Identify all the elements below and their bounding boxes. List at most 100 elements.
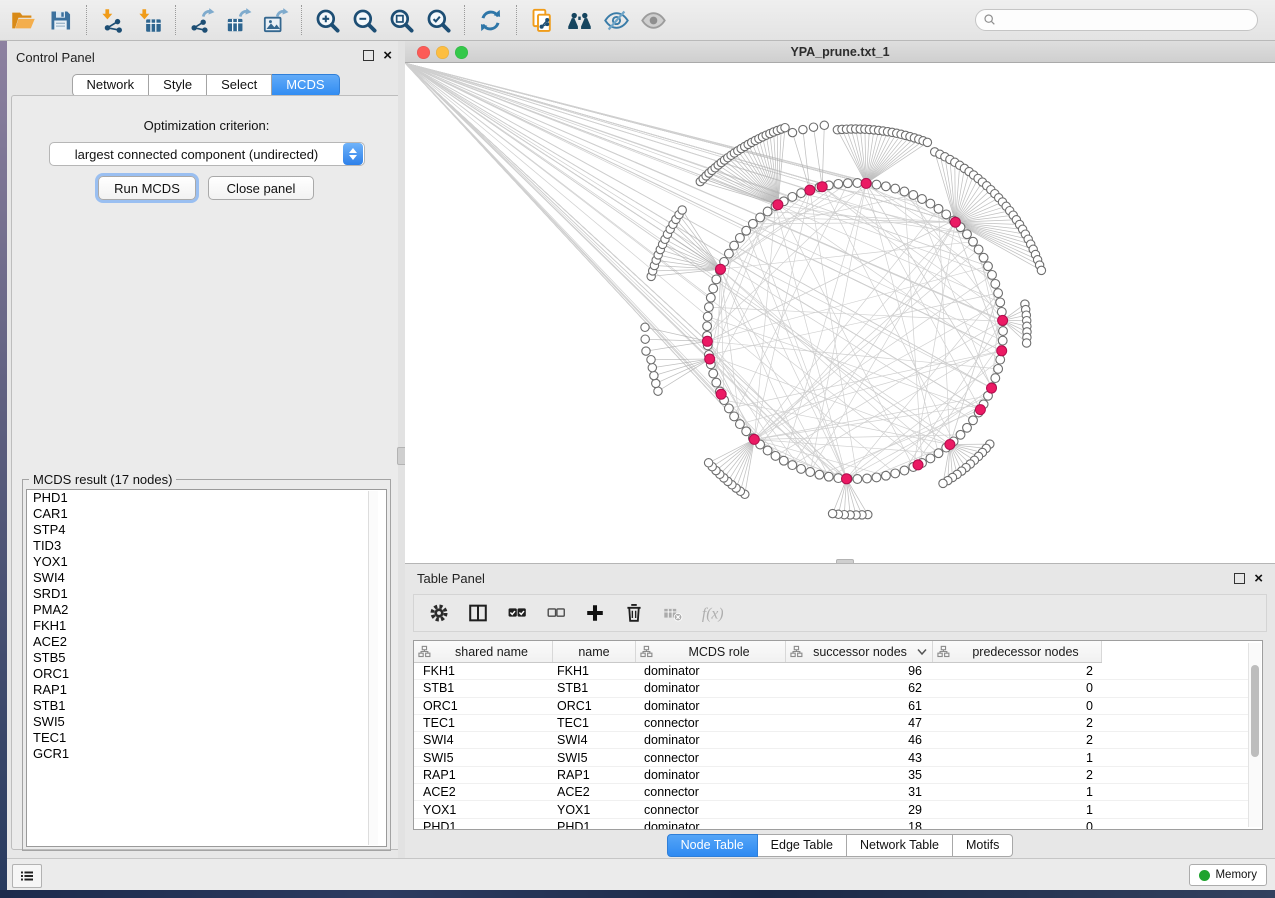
table-row[interactable]: FKH1FKH1dominator962 <box>414 663 1248 680</box>
tab-network-table[interactable]: Network Table <box>847 834 953 857</box>
mcds-result-item[interactable]: SRD1 <box>27 586 386 602</box>
close-table-panel-icon[interactable]: × <box>1254 574 1263 583</box>
mcds-result-item[interactable]: STB5 <box>27 650 386 666</box>
close-panel-button[interactable]: Close panel <box>208 176 314 200</box>
cell: FKH1 <box>414 664 553 678</box>
mcds-result-list[interactable]: PHD1CAR1STP4TID3YOX1SWI4SRD1PMA2FKH1ACE2… <box>26 489 387 847</box>
save-session-button[interactable] <box>45 5 75 35</box>
toggle-columns-button[interactable] <box>467 602 489 624</box>
network-window-titlebar[interactable]: YPA_prune.txt_1 <box>405 41 1275 63</box>
table-row[interactable]: ORC1ORC1dominator610 <box>414 698 1248 715</box>
mcds-result-item[interactable]: ORC1 <box>27 666 386 682</box>
mcds-result-item[interactable]: ACE2 <box>27 634 386 650</box>
mcds-result-item[interactable]: SWI5 <box>27 714 386 730</box>
control-panel-title: Control Panel <box>16 50 95 65</box>
table-row[interactable]: STB1STB1dominator620 <box>414 680 1248 697</box>
export-table-button[interactable] <box>223 5 253 35</box>
tab-edge-table[interactable]: Edge Table <box>758 834 847 857</box>
close-panel-icon[interactable]: × <box>383 51 392 60</box>
table-row[interactable]: SWI4SWI4dominator462 <box>414 732 1248 749</box>
tab-style[interactable]: Style <box>149 74 207 97</box>
show-graphics-details-button <box>638 5 668 35</box>
column-header-MCDS-role[interactable]: MCDS role <box>636 641 786 662</box>
command-panel-button[interactable] <box>12 864 42 888</box>
network-view-panel: YPA_prune.txt_1 <box>405 41 1275 563</box>
zoom-fit-button[interactable] <box>386 5 416 35</box>
float-table-panel-icon[interactable] <box>1234 573 1245 584</box>
import-table-file-button[interactable] <box>134 5 164 35</box>
column-type-icon <box>790 645 803 658</box>
cell: 0 <box>933 820 1102 830</box>
memory-button[interactable]: Memory <box>1189 864 1267 886</box>
table-row[interactable]: SWI5SWI5connector431 <box>414 749 1248 766</box>
mcds-result-item[interactable]: STP4 <box>27 522 386 538</box>
desktop-wallpaper-left <box>0 41 7 898</box>
export-network-button[interactable] <box>186 5 216 35</box>
tab-node-table[interactable]: Node Table <box>667 834 758 857</box>
cell: STB1 <box>553 681 636 695</box>
column-header-shared-name[interactable]: shared name <box>414 641 553 662</box>
mcds-result-item[interactable]: TID3 <box>27 538 386 554</box>
control-panel: Control Panel × NetworkStyleSelectMCDS O… <box>7 41 405 858</box>
zoom-selected-icon <box>425 7 452 34</box>
delete-rows-button[interactable] <box>623 602 645 624</box>
cell: 0 <box>933 681 1102 695</box>
zoom-in-button[interactable] <box>312 5 342 35</box>
table-row[interactable]: RAP1RAP1dominator352 <box>414 767 1248 784</box>
column-header-predecessor-nodes[interactable]: predecessor nodes <box>933 641 1102 662</box>
mcds-result-item[interactable]: PMA2 <box>27 602 386 618</box>
export-image-button[interactable] <box>260 5 290 35</box>
birds-eye-view-button[interactable] <box>564 5 594 35</box>
tab-mcds[interactable]: MCDS <box>272 74 339 97</box>
import-network-file-button[interactable] <box>97 5 127 35</box>
mcds-tab-content: Optimization criterion: largest connecte… <box>11 95 402 850</box>
column-header-name[interactable]: name <box>553 641 636 662</box>
select-all-rows-button[interactable] <box>506 602 528 624</box>
table-row[interactable]: TEC1TEC1connector472 <box>414 715 1248 732</box>
table-row[interactable]: YOX1YOX1connector291 <box>414 801 1248 818</box>
zoom-out-button[interactable] <box>349 5 379 35</box>
hide-panels-button[interactable] <box>601 5 631 35</box>
mcds-result-item[interactable]: YOX1 <box>27 554 386 570</box>
mcds-result-item[interactable]: SWI4 <box>27 570 386 586</box>
table-settings-gear-button[interactable] <box>428 602 450 624</box>
mcds-result-item[interactable]: GCR1 <box>27 746 386 762</box>
mcds-result-item[interactable]: RAP1 <box>27 682 386 698</box>
delete-table-icon <box>662 602 684 624</box>
open-session-button[interactable] <box>8 5 38 35</box>
run-mcds-button[interactable]: Run MCDS <box>98 176 196 200</box>
deselect-all-rows-button[interactable] <box>545 602 567 624</box>
table-row[interactable]: ACE2ACE2connector311 <box>414 784 1248 801</box>
network-graph[interactable] <box>405 63 1275 563</box>
mcds-result-item[interactable]: FKH1 <box>27 618 386 634</box>
float-panel-icon[interactable] <box>363 50 374 61</box>
clone-network-button[interactable] <box>527 5 557 35</box>
column-header-successor-nodes[interactable]: successor nodes <box>786 641 933 662</box>
refresh-view-button[interactable] <box>475 5 505 35</box>
network-window-title: YPA_prune.txt_1 <box>405 45 1275 59</box>
zoom-selected-button[interactable] <box>423 5 453 35</box>
cell: connector <box>636 751 786 765</box>
table-panel: Table Panel × f(x) shared namenameMCDS r… <box>405 563 1275 858</box>
tab-select[interactable]: Select <box>207 74 272 97</box>
add-row-button[interactable] <box>584 602 606 624</box>
network-canvas[interactable] <box>405 63 1275 563</box>
mcds-list-scrollbar[interactable] <box>368 491 378 845</box>
mcds-result-item[interactable]: CAR1 <box>27 506 386 522</box>
refresh-view-icon <box>477 7 504 34</box>
criterion-select[interactable]: largest connected component (undirected) <box>49 142 365 166</box>
mcds-result-item[interactable]: TEC1 <box>27 730 386 746</box>
cell: FKH1 <box>553 664 636 678</box>
tab-network[interactable]: Network <box>71 74 149 97</box>
mcds-result-item[interactable]: PHD1 <box>27 490 386 506</box>
cell: ORC1 <box>553 699 636 713</box>
ring-nodes[interactable] <box>703 179 1008 484</box>
table-row[interactable]: PHD1PHD1dominator180 <box>414 819 1248 830</box>
search-box[interactable] <box>975 9 1258 31</box>
table-scrollbar[interactable] <box>1248 643 1261 827</box>
leaf-nodes[interactable] <box>641 121 1046 519</box>
mcds-result-item[interactable]: STB1 <box>27 698 386 714</box>
tab-motifs[interactable]: Motifs <box>953 834 1013 857</box>
search-input[interactable] <box>998 13 1257 27</box>
table-scrollbar-thumb[interactable] <box>1251 665 1259 757</box>
